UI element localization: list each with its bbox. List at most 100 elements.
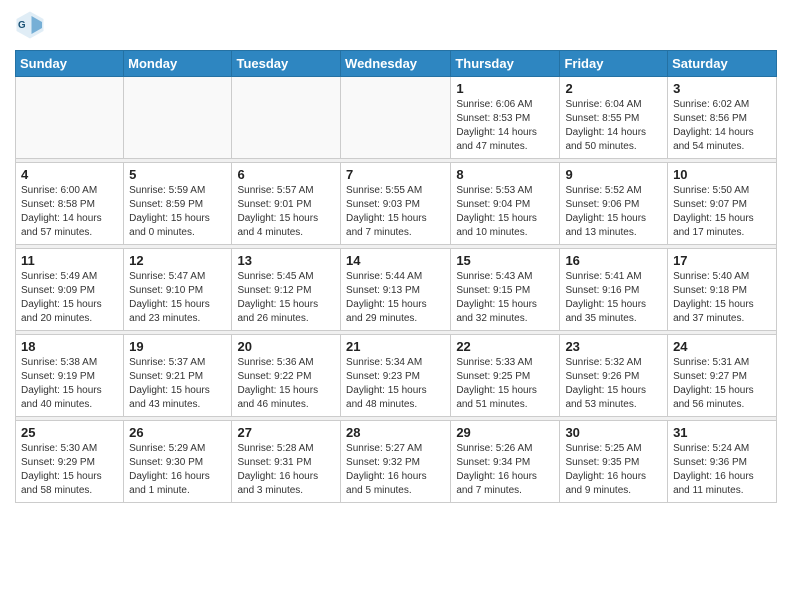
day-number: 16 [565,253,662,268]
weekday-header-wednesday: Wednesday [341,51,451,77]
day-cell: 24Sunrise: 5:31 AMSunset: 9:27 PMDayligh… [668,335,777,417]
weekday-header-saturday: Saturday [668,51,777,77]
day-info: Sunrise: 5:47 AMSunset: 9:10 PMDaylight:… [129,270,226,326]
day-number: 1 [456,81,554,96]
day-number: 28 [346,425,445,440]
day-info: Sunrise: 5:59 AMSunset: 8:59 PMDaylight:… [129,184,226,240]
svg-text:G: G [18,20,26,31]
day-info: Sunrise: 5:52 AMSunset: 9:06 PMDaylight:… [565,184,662,240]
weekday-header-thursday: Thursday [451,51,560,77]
day-number: 24 [673,339,771,354]
day-info: Sunrise: 5:29 AMSunset: 9:30 PMDaylight:… [129,442,226,498]
day-cell: 18 Sunrise: 5:38 AMSunset: 9:19 PMDayligh… [16,335,124,417]
day-cell: 27 Sunrise: 5:28 AMSunset: 9:31 PMDayligh… [232,421,341,503]
day-info: Sunrise: 5:40 AMSunset: 9:18 PMDaylight:… [673,270,771,326]
day-number: 19 [129,339,226,354]
day-cell: 14 Sunrise: 5:44 AMSunset: 9:13 PMDayligh… [341,249,451,331]
day-cell: 15 Sunrise: 5:43 AMSunset: 9:15 PMDayligh… [451,249,560,331]
day-cell: 7 Sunrise: 5:55 AMSunset: 9:03 PMDaylight… [341,163,451,245]
day-cell: 22 Sunrise: 5:33 AMSunset: 9:25 PMDayligh… [451,335,560,417]
day-cell: 28 Sunrise: 5:27 AMSunset: 9:32 PMDayligh… [341,421,451,503]
day-number: 31 [673,425,771,440]
logo: G [15,10,49,40]
day-cell: 2 Sunrise: 6:04 AMSunset: 8:55 PMDaylight… [560,77,668,159]
day-number: 4 [21,167,118,182]
day-cell: 4 Sunrise: 6:00 AMSunset: 8:58 PMDaylight… [16,163,124,245]
week-row-4: 18 Sunrise: 5:38 AMSunset: 9:19 PMDayligh… [16,335,777,417]
day-number: 21 [346,339,445,354]
day-info: Sunrise: 5:38 AMSunset: 9:19 PMDaylight:… [21,356,118,412]
day-number: 22 [456,339,554,354]
day-number: 20 [237,339,335,354]
day-info: Sunrise: 6:00 AMSunset: 8:58 PMDaylight:… [21,184,118,240]
day-number: 14 [346,253,445,268]
day-cell: 20 Sunrise: 5:36 AMSunset: 9:22 PMDayligh… [232,335,341,417]
day-cell [124,77,232,159]
day-info: Sunrise: 5:27 AMSunset: 9:32 PMDaylight:… [346,442,445,498]
day-number: 9 [565,167,662,182]
day-info: Sunrise: 5:28 AMSunset: 9:31 PMDaylight:… [237,442,335,498]
day-cell: 1Sunrise: 6:06 AMSunset: 8:53 PMDaylight… [451,77,560,159]
day-cell: 21Sunrise: 5:34 AMSunset: 9:23 PMDayligh… [341,335,451,417]
day-number: 3 [673,81,771,96]
day-info: Sunrise: 5:50 AMSunset: 9:07 PMDaylight:… [673,184,771,240]
day-info: Sunrise: 5:33 AMSunset: 9:25 PMDaylight:… [456,356,554,412]
day-number: 27 [237,425,335,440]
day-info: Sunrise: 5:41 AMSunset: 9:16 PMDaylight:… [565,270,662,326]
day-info: Sunrise: 6:04 AMSunset: 8:55 PMDaylight:… [565,98,662,154]
day-cell: 8 Sunrise: 5:53 AMSunset: 9:04 PMDaylight… [451,163,560,245]
day-number: 2 [565,81,662,96]
day-number: 8 [456,167,554,182]
day-cell: 3 Sunrise: 6:02 AMSunset: 8:56 PMDaylight… [668,77,777,159]
logo-icon: G [15,10,45,40]
day-cell: 30Sunrise: 5:25 AMSunset: 9:35 PMDayligh… [560,421,668,503]
day-cell: 29Sunrise: 5:26 AMSunset: 9:34 PMDayligh… [451,421,560,503]
day-number: 12 [129,253,226,268]
day-cell: 10Sunrise: 5:50 AMSunset: 9:07 PMDayligh… [668,163,777,245]
day-cell [232,77,341,159]
week-row-2: 4 Sunrise: 6:00 AMSunset: 8:58 PMDaylight… [16,163,777,245]
day-info: Sunrise: 5:43 AMSunset: 9:15 PMDaylight:… [456,270,554,326]
day-number: 29 [456,425,554,440]
week-row-5: 25Sunrise: 5:30 AMSunset: 9:29 PMDayligh… [16,421,777,503]
day-cell: 16 Sunrise: 5:41 AMSunset: 9:16 PMDayligh… [560,249,668,331]
day-cell: 19 Sunrise: 5:37 AMSunset: 9:21 PMDayligh… [124,335,232,417]
day-number: 26 [129,425,226,440]
day-info: Sunrise: 5:37 AMSunset: 9:21 PMDaylight:… [129,356,226,412]
day-info: Sunrise: 5:45 AMSunset: 9:12 PMDaylight:… [237,270,335,326]
day-number: 23 [565,339,662,354]
weekday-header-friday: Friday [560,51,668,77]
day-info: Sunrise: 5:57 AMSunset: 9:01 PMDaylight:… [237,184,335,240]
day-info: Sunrise: 5:55 AMSunset: 9:03 PMDaylight:… [346,184,445,240]
day-number: 5 [129,167,226,182]
day-number: 15 [456,253,554,268]
day-info: Sunrise: 6:02 AMSunset: 8:56 PMDaylight:… [673,98,771,154]
weekday-header-monday: Monday [124,51,232,77]
header: G [15,10,777,40]
day-number: 18 [21,339,118,354]
day-cell: 25Sunrise: 5:30 AMSunset: 9:29 PMDayligh… [16,421,124,503]
day-cell: 26 Sunrise: 5:29 AMSunset: 9:30 PMDayligh… [124,421,232,503]
day-number: 17 [673,253,771,268]
day-cell: 23 Sunrise: 5:32 AMSunset: 9:26 PMDayligh… [560,335,668,417]
weekday-header-sunday: Sunday [16,51,124,77]
day-cell: 17 Sunrise: 5:40 AMSunset: 9:18 PMDayligh… [668,249,777,331]
week-row-1: 1Sunrise: 6:06 AMSunset: 8:53 PMDaylight… [16,77,777,159]
day-info: Sunrise: 5:49 AMSunset: 9:09 PMDaylight:… [21,270,118,326]
day-number: 11 [21,253,118,268]
day-info: Sunrise: 5:44 AMSunset: 9:13 PMDaylight:… [346,270,445,326]
day-cell [16,77,124,159]
day-info: Sunrise: 5:25 AMSunset: 9:35 PMDaylight:… [565,442,662,498]
calendar: SundayMondayTuesdayWednesdayThursdayFrid… [15,50,777,503]
day-cell: 12 Sunrise: 5:47 AMSunset: 9:10 PMDayligh… [124,249,232,331]
page: G SundayMondayTuesdayWednesdayThursdayFr… [0,0,792,513]
weekday-header-row: SundayMondayTuesdayWednesdayThursdayFrid… [16,51,777,77]
day-cell: 9 Sunrise: 5:52 AMSunset: 9:06 PMDaylight… [560,163,668,245]
day-number: 7 [346,167,445,182]
day-info: Sunrise: 5:24 AMSunset: 9:36 PMDaylight:… [673,442,771,498]
day-info: Sunrise: 5:36 AMSunset: 9:22 PMDaylight:… [237,356,335,412]
day-info: Sunrise: 5:32 AMSunset: 9:26 PMDaylight:… [565,356,662,412]
day-info: Sunrise: 5:53 AMSunset: 9:04 PMDaylight:… [456,184,554,240]
day-cell: 31 Sunrise: 5:24 AMSunset: 9:36 PMDayligh… [668,421,777,503]
day-number: 13 [237,253,335,268]
